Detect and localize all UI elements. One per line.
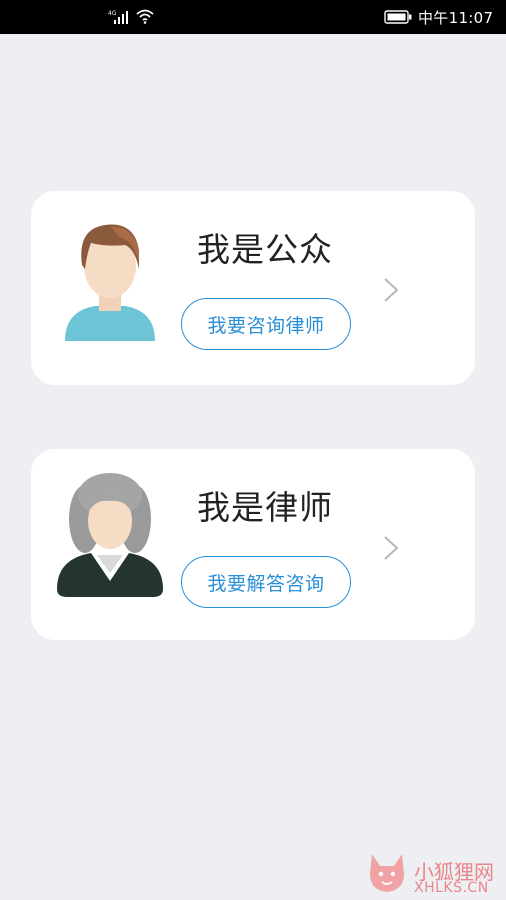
wifi-icon: [136, 9, 154, 24]
watermark: 小狐狸网 XHLKS.CN: [364, 850, 494, 900]
status-time: 中午11:07: [418, 9, 494, 27]
man-avatar-icon: [65, 224, 155, 341]
answer-consultation-button[interactable]: 我要解答咨询: [181, 556, 351, 608]
chevron-right-icon: [384, 536, 399, 560]
card-public[interactable]: 我是公众 我要咨询律师: [31, 191, 475, 385]
card-title: 我是律师: [197, 488, 333, 527]
cellular-signal-icon: 4G: [108, 10, 128, 24]
status-bar: 4G 中午11:07: [0, 0, 506, 34]
fox-logo-icon: [370, 854, 404, 892]
judge-avatar-icon: [57, 473, 163, 597]
battery-icon: [384, 10, 412, 24]
svg-text:4G: 4G: [108, 10, 117, 17]
card-lawyer[interactable]: 我是律师 我要解答咨询: [31, 449, 475, 640]
chevron-right-icon: [384, 278, 399, 302]
card-title: 我是公众: [197, 230, 333, 269]
watermark-sub: XHLKS.CN: [414, 880, 489, 896]
consult-lawyer-button[interactable]: 我要咨询律师: [181, 298, 351, 350]
